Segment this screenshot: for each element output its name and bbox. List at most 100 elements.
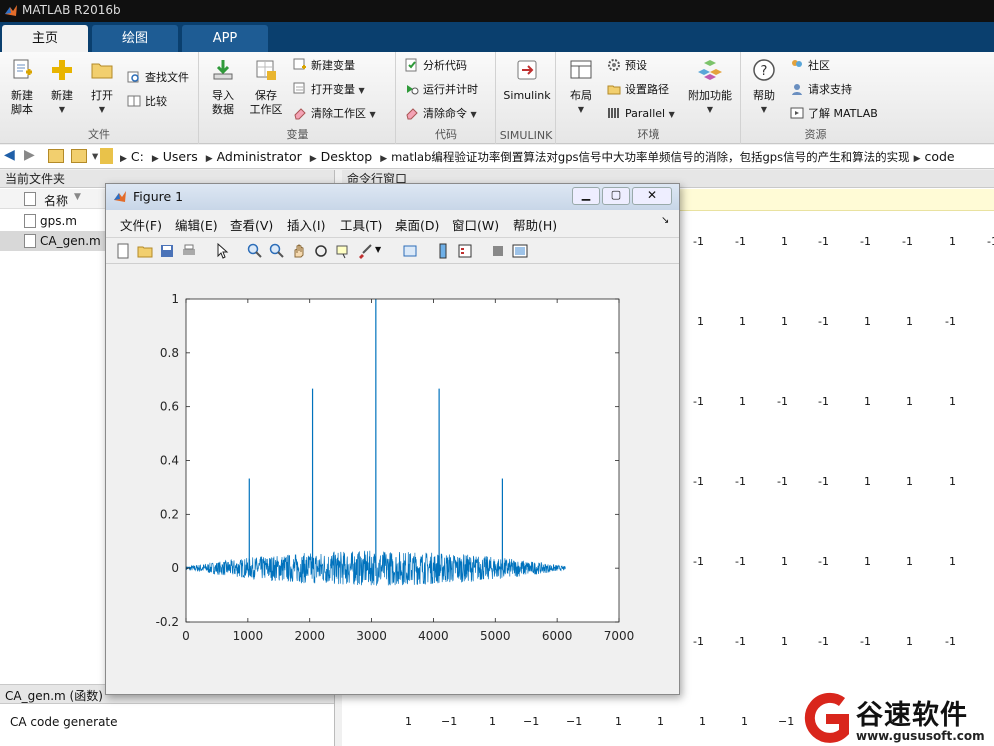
forward-arrow-icon[interactable]: ▶ [24,147,35,163]
open-file-icon[interactable] [137,243,153,259]
find-files-button[interactable]: 查找文件 [127,68,189,88]
pan-hand-icon[interactable] [291,243,307,259]
menu-edit[interactable]: 编辑(E) [175,215,218,234]
analyze-code-button[interactable]: 分析代码 [405,56,467,76]
parallel-dropdown-icon: ▼ [668,110,675,119]
output-value: -1 [735,635,746,648]
y-tick-label: 0.8 [160,346,179,360]
output-value: 1 [906,395,913,408]
close-button[interactable]: ✕ [632,187,672,205]
set-path-button[interactable]: 设置路径 [607,80,669,100]
back-arrow-icon[interactable]: ◀ [4,147,15,163]
file-name: CA_gen.m [40,234,101,248]
brush-icon[interactable] [357,243,373,259]
breadcrumb-item[interactable]: matlab编程验证功率倒置算法对gps信号中大功率单频信号的消除，包括gps信… [391,150,909,164]
output-value: -1 [818,315,829,328]
compare-icon [127,95,141,107]
compare-button[interactable]: 比较 [127,92,167,112]
file-name: gps.m [40,214,77,228]
new-script-button[interactable]: 新建 脚本 [4,58,40,117]
maximize-button[interactable]: ▢ [602,187,630,205]
tab-plots[interactable]: 绘图 [92,25,178,52]
addons-button[interactable]: 附加功能 ▼ [687,58,733,117]
learn-matlab-label: 了解 MATLAB [808,107,878,120]
simulink-button[interactable]: Simulink [499,58,555,103]
breadcrumb-item[interactable]: code [924,149,954,164]
clear-commands-button[interactable]: 清除命令 ▼ [405,104,477,124]
minimize-button[interactable]: ▁ [572,187,600,205]
show-plot-tools-icon[interactable] [512,243,528,259]
data-cursor-icon[interactable] [335,243,351,259]
up-folder-icon[interactable] [48,149,64,163]
brand-name: 谷速软件 [856,700,968,731]
hide-plot-tools-icon[interactable] [490,243,506,259]
addons-icon [698,60,722,80]
current-folder-title: 当前文件夹 [5,172,66,186]
menu-insert[interactable]: 插入(I) [287,215,325,234]
drive-folder-icon [100,148,113,164]
request-support-button[interactable]: 请求支持 [790,80,852,100]
menu-view[interactable]: 查看(V) [230,215,273,234]
run-and-time-button[interactable]: 运行并计时 [405,80,478,100]
clear-workspace-button[interactable]: 清除工作区 ▼ [293,104,376,124]
import-data-button[interactable]: 导入 数据 [205,58,241,117]
output-value: -1 [777,475,788,488]
parallel-button[interactable]: Parallel ▼ [607,104,675,124]
open-button[interactable]: 打开 ▼ [84,58,120,117]
preferences-button[interactable]: 预设 [607,56,647,76]
zoom-in-icon[interactable] [247,243,263,259]
menu-tools[interactable]: 工具(T) [340,215,382,234]
name-column-header[interactable]: 名称 [44,192,68,209]
breadcrumb-item[interactable]: Users [163,149,198,164]
new-variable-button[interactable]: 新建变量 [293,56,355,76]
layout-button[interactable]: 布局 ▼ [561,58,601,117]
clear-workspace-label: 清除工作区 [311,107,366,120]
output-value: 1 [781,235,788,248]
menu-desktop[interactable]: 桌面(D) [395,215,439,234]
output-value: -1 [818,395,829,408]
browse-folder-icon[interactable] [71,149,87,163]
figure-window[interactable]: Figure 1 ▁ ▢ ✕ 文件(F) 编辑(E) 查看(V) 插入(I) 工… [105,183,680,695]
help-button[interactable]: ? 帮助 ▼ [746,58,782,117]
output-value: -1 [735,235,746,248]
new-figure-icon[interactable] [115,243,131,259]
learn-matlab-button[interactable]: 了解 MATLAB [790,104,878,124]
pointer-icon[interactable] [214,243,230,259]
breadcrumb-item[interactable]: Desktop [321,149,373,164]
new-button[interactable]: 新建 ▼ [44,58,80,117]
open-variable-button[interactable]: 打开变量 ▼ [293,80,365,100]
group-variable-label: 变量 [286,128,309,141]
x-tick-label: 1000 [233,629,264,643]
line-chart[interactable]: 0 1000 2000 3000 4000 5000 6000 7000-0.200.20.4… [106,266,679,694]
breadcrumb-item[interactable]: Administrator [217,149,302,164]
menu-window[interactable]: 窗口(W) [452,215,499,234]
colorbar-icon[interactable] [435,243,451,259]
menu-help[interactable]: 帮助(H) [513,215,557,234]
output-value: -1 [735,555,746,568]
tab-apps[interactable]: APP [182,25,268,52]
clear-commands-icon [406,108,418,120]
import-icon [213,60,233,80]
menu-file[interactable]: 文件(F) [120,215,162,234]
tab-home[interactable]: 主页 [2,25,88,52]
x-tick-label: 3000 [356,629,387,643]
rotate-3d-icon[interactable] [313,243,329,259]
zoom-out-icon[interactable] [269,243,285,259]
save-workspace-button[interactable]: 保存 工作区 [246,58,286,117]
community-label: 社区 [808,59,830,72]
link-plot-icon[interactable] [402,243,418,259]
community-button[interactable]: 社区 [790,56,830,76]
set-path-label: 设置路径 [625,83,669,96]
app-title: MATLAB R2016b [22,3,121,17]
analyze-code-icon [405,58,417,72]
brush-dropdown-icon[interactable]: ▼ [375,245,381,254]
new-dropdown-icon: ▼ [58,105,66,114]
breadcrumb-item[interactable]: C: [131,149,144,164]
save-icon[interactable] [159,243,175,259]
legend-icon[interactable] [457,243,473,259]
output-value: -1 [818,235,829,248]
print-icon[interactable] [181,243,197,259]
addons-dropdown-icon: ▼ [706,105,714,114]
output-value: -1 [693,235,704,248]
menu-dock-arrow-icon[interactable]: ↘ [661,215,669,226]
